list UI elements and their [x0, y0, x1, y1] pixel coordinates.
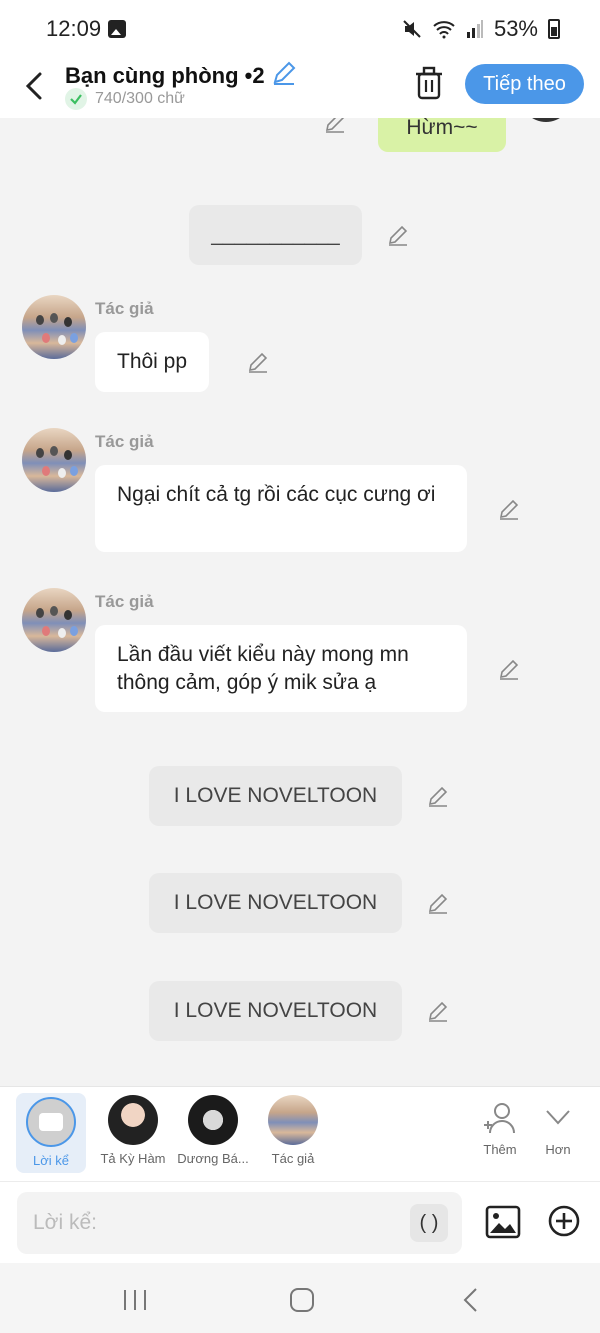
header: Bạn cùng phòng •2 740/300 chữ Tiếp theo — [0, 58, 600, 118]
edit-icon[interactable] — [323, 118, 347, 134]
parenthesis-button[interactable]: ( ) — [410, 1204, 448, 1242]
home-icon — [290, 1288, 314, 1312]
recent-apps-icon — [124, 1290, 146, 1310]
avatar — [188, 1095, 238, 1145]
message-bubble[interactable]: Thôi pp — [95, 332, 210, 392]
character-duong-ba[interactable]: Dương Bá... — [173, 1095, 253, 1166]
recent-apps-button[interactable] — [120, 1285, 150, 1315]
image-icon — [485, 1205, 521, 1239]
page-title: Bạn cùng phòng •2 — [65, 62, 265, 88]
insert-image-button[interactable] — [485, 1204, 521, 1240]
mute-icon — [403, 20, 421, 38]
back-icon — [463, 1288, 477, 1312]
title-row: Bạn cùng phòng •2 — [65, 60, 297, 91]
edit-icon[interactable] — [386, 223, 410, 247]
next-button[interactable]: Tiếp theo — [465, 64, 584, 104]
status-time: 12:09 — [46, 16, 102, 41]
character-bar: Lời kể Tả Kỳ Hàm Dương Bá... Tác giả Thê… — [0, 1086, 600, 1181]
character-ta-ky-ham[interactable]: Tả Kỳ Hàm — [93, 1095, 173, 1166]
more-label: Hơn — [545, 1142, 571, 1157]
message-bubble[interactable]: Hừm~~ — [378, 118, 506, 152]
input-bar: ( ) — [0, 1181, 600, 1263]
battery-percent: 53% — [493, 16, 538, 41]
character-label: Tả Kỳ Hàm — [100, 1151, 166, 1166]
narration-bubble[interactable]: I LOVE NOVELTOON — [149, 766, 402, 826]
add-button[interactable] — [547, 1204, 581, 1238]
add-character-button[interactable]: Thêm — [470, 1101, 530, 1157]
system-nav-bar — [0, 1263, 600, 1333]
plus-circle-icon — [548, 1205, 580, 1237]
delete-button[interactable] — [414, 66, 444, 100]
edit-title-icon[interactable] — [271, 60, 297, 91]
edit-icon[interactable] — [497, 657, 521, 681]
word-count-row: 740/300 chữ — [65, 88, 185, 110]
chat-area[interactable]: Hừm~~ ___________ Tác giả Thôi pp Tác gi… — [0, 118, 600, 1086]
wifi-icon — [433, 21, 455, 39]
author-name: Tác giả — [95, 432, 154, 451]
message-bubble[interactable]: Ngại chít cả tg rồi các cục cưng ơi — [95, 465, 467, 552]
back-arrow-icon — [25, 72, 42, 100]
edit-icon[interactable] — [426, 891, 450, 915]
author-name: Tác giả — [95, 299, 154, 318]
author-avatar[interactable] — [22, 295, 86, 359]
author-name: Tác giả — [95, 592, 154, 611]
check-icon — [65, 88, 87, 110]
avatar — [268, 1095, 318, 1145]
status-icons: 53% — [402, 16, 560, 42]
status-bar: 12:09 53% — [0, 0, 600, 58]
back-button[interactable] — [18, 66, 50, 106]
word-count: 740/300 chữ — [95, 90, 185, 107]
input-box: ( ) — [17, 1192, 462, 1254]
battery-icon — [548, 19, 560, 39]
author-avatar[interactable] — [22, 588, 86, 652]
message-input[interactable] — [33, 1192, 393, 1254]
edit-icon[interactable] — [426, 999, 450, 1023]
chevron-down-icon — [546, 1110, 570, 1125]
narration-bubble[interactable]: ___________ — [189, 205, 362, 265]
character-narration[interactable]: Lời kể — [16, 1093, 86, 1173]
home-button[interactable] — [287, 1285, 317, 1315]
narration-bubble[interactable]: I LOVE NOVELTOON — [149, 873, 402, 933]
add-label: Thêm — [483, 1142, 517, 1157]
signal-icon — [466, 20, 483, 38]
narration-bubble[interactable]: I LOVE NOVELTOON — [149, 981, 402, 1041]
narration-icon — [26, 1097, 76, 1147]
more-button[interactable]: Hơn — [528, 1101, 588, 1157]
gallery-icon — [108, 20, 126, 38]
character-label: Dương Bá... — [177, 1151, 249, 1166]
system-back-button[interactable] — [456, 1285, 486, 1315]
edit-icon[interactable] — [246, 350, 270, 374]
avatar — [108, 1095, 158, 1145]
avatar[interactable] — [520, 118, 572, 122]
character-label: Lời kể — [33, 1153, 69, 1168]
message-bubble[interactable]: Lần đầu viết kiểu này mong mn thông cảm,… — [95, 625, 467, 712]
add-user-icon — [484, 1103, 515, 1134]
author-avatar[interactable] — [22, 428, 86, 492]
edit-icon[interactable] — [497, 497, 521, 521]
trash-icon — [416, 66, 442, 100]
character-label: Tác giả — [271, 1151, 315, 1166]
edit-icon[interactable] — [426, 784, 450, 808]
character-author[interactable]: Tác giả — [253, 1095, 333, 1166]
